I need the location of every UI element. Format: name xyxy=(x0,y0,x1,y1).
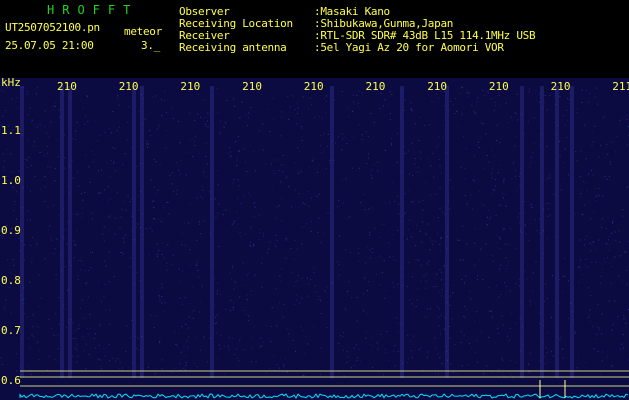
meteor-label: meteor xyxy=(124,25,162,38)
frequency-tick-label: 1.1 xyxy=(1,124,21,137)
app-title: HROFFT xyxy=(47,3,139,17)
y-unit-label: kHz xyxy=(1,78,21,89)
frequency-tick-label: 0.9 xyxy=(1,224,21,237)
time-tick-label: 210 xyxy=(57,80,77,93)
date-time: 25.07.05 21:00 xyxy=(5,39,94,52)
time-tick-label: 210 xyxy=(180,80,200,93)
time-tick-label: 210 xyxy=(304,80,324,93)
file-name: UT2507052100.pn xyxy=(5,21,100,34)
time-tick-label: 210 xyxy=(242,80,262,93)
time-tick-label: 210 xyxy=(489,80,509,93)
meta-value-antenna: :5el Yagi Az 20 for Aomori VOR xyxy=(314,41,504,54)
time-tick-label: 210 xyxy=(366,80,386,93)
frequency-tick-label: 1.0 xyxy=(1,174,21,187)
frequency-tick-label: 0.8 xyxy=(1,274,21,287)
frequency-tick-label: 0.6 xyxy=(1,374,21,387)
time-tick-label: 210 xyxy=(119,80,139,93)
time-tick-label: 210 xyxy=(551,80,571,93)
meta-key-antenna: Receiving antenna xyxy=(179,41,287,54)
time-tick-label: 210 xyxy=(427,80,447,93)
meteor-count: 3._ xyxy=(141,39,160,52)
time-tick-label: 2110 xyxy=(612,80,629,93)
spectrogram-background xyxy=(0,78,629,400)
frequency-tick-label: 0.7 xyxy=(1,324,21,337)
spectrogram: kHz 210 210 210 210 210 210 210 210 210 2110 1.1 1.0… xyxy=(0,78,629,400)
